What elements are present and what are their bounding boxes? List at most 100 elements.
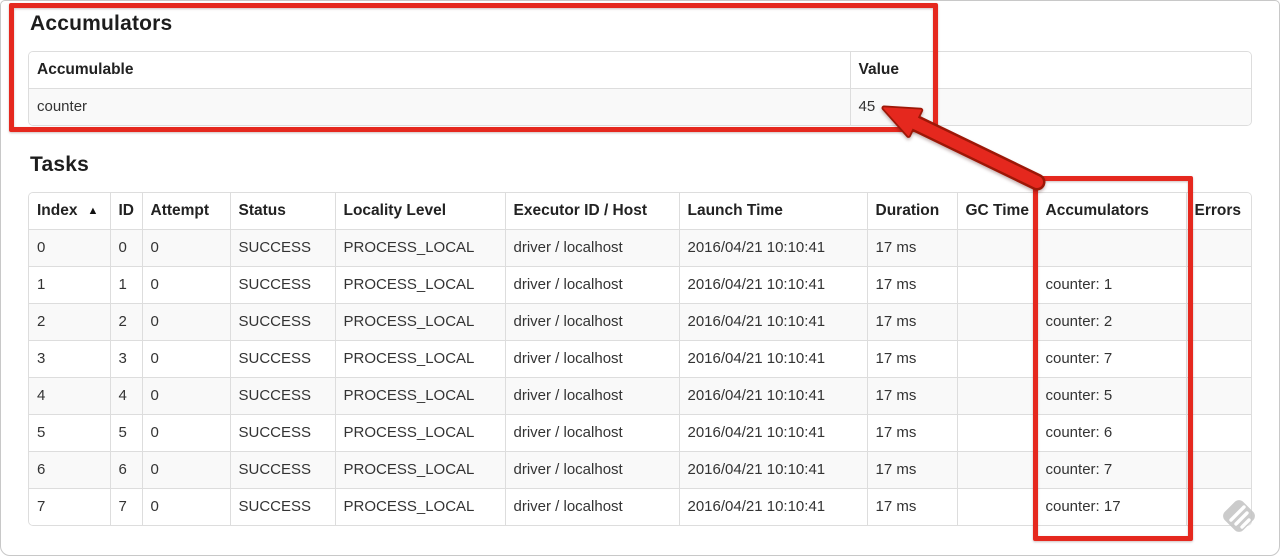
locality-level-cell: PROCESS_LOCAL	[334, 303, 506, 341]
gc-time-cell	[956, 229, 1038, 267]
duration-cell: 17 ms	[866, 414, 958, 452]
locality-level-cell: PROCESS_LOCAL	[334, 266, 506, 304]
id-cell: 6	[109, 451, 143, 489]
column-header-status[interactable]: Status	[229, 193, 336, 230]
table-row: counter 45	[29, 88, 1251, 125]
launch-time-cell: 2016/04/21 10:10:41	[678, 377, 868, 415]
table-row: 2 2 0 SUCCESS PROCESS_LOCAL driver / localhos…	[29, 303, 1251, 341]
id-cell: 7	[109, 488, 143, 525]
status-cell: SUCCESS	[229, 488, 336, 525]
accumulators-header-row: Accumulable Value	[29, 52, 1251, 89]
duration-cell: 17 ms	[866, 377, 958, 415]
column-header-errors[interactable]: Errors	[1185, 193, 1251, 230]
locality-level-cell: PROCESS_LOCAL	[334, 414, 506, 452]
table-row: 5 5 0 SUCCESS PROCESS_LOCAL driver / localhos…	[29, 414, 1251, 452]
status-cell: SUCCESS	[229, 340, 336, 378]
gc-time-cell	[956, 488, 1038, 525]
table-row: 7 7 0 SUCCESS PROCESS_LOCAL driver / localhos…	[29, 488, 1251, 525]
column-header-executor-id-host[interactable]: Executor ID / Host	[504, 193, 680, 230]
locality-level-cell: PROCESS_LOCAL	[334, 340, 506, 378]
column-header-attempt[interactable]: Attempt	[141, 193, 231, 230]
errors-cell	[1185, 377, 1251, 415]
accumulable-cell: counter	[29, 88, 851, 125]
sort-ascending-icon: ▲	[87, 205, 99, 217]
column-header-label: Attempt	[150, 202, 210, 219]
table-row: 6 6 0 SUCCESS PROCESS_LOCAL driver / localhos…	[29, 451, 1251, 489]
duration-cell: 17 ms	[866, 303, 958, 341]
attempt-cell: 0	[141, 488, 231, 525]
id-cell: 5	[109, 414, 143, 452]
launch-time-cell: 2016/04/21 10:10:41	[678, 414, 868, 452]
column-header-launch-time[interactable]: Launch Time	[678, 193, 868, 230]
gc-time-cell	[956, 414, 1038, 452]
column-header-label: ID	[118, 202, 135, 219]
status-cell: SUCCESS	[229, 414, 336, 452]
index-cell: 3	[29, 340, 111, 378]
accumulators-cell: counter: 7	[1036, 340, 1187, 378]
column-header-label: Status	[238, 202, 286, 219]
gc-time-cell	[956, 451, 1038, 489]
accumulators-section-title: Accumulators	[30, 12, 173, 35]
column-header-label: Executor ID / Host	[513, 202, 648, 219]
table-row: 0 0 0 SUCCESS PROCESS_LOCAL driver / localhos…	[29, 229, 1251, 267]
attempt-cell: 0	[141, 303, 231, 341]
accumulators-cell: counter: 17	[1036, 488, 1187, 525]
locality-level-cell: PROCESS_LOCAL	[334, 229, 506, 267]
id-cell: 4	[109, 377, 143, 415]
duration-cell: 17 ms	[866, 266, 958, 304]
executor-id-host-cell: driver / localhost	[504, 488, 680, 525]
column-header-label: Index	[37, 202, 78, 219]
column-header-label: Launch Time	[687, 202, 783, 219]
locality-level-cell: PROCESS_LOCAL	[334, 488, 506, 525]
tasks-section-title: Tasks	[30, 153, 89, 176]
column-header-accumulators[interactable]: Accumulators	[1036, 193, 1187, 230]
executor-id-host-cell: driver / localhost	[504, 229, 680, 267]
gc-time-cell	[956, 303, 1038, 341]
attempt-cell: 0	[141, 266, 231, 304]
executor-id-host-cell: driver / localhost	[504, 414, 680, 452]
column-header-duration[interactable]: Duration	[866, 193, 958, 230]
id-cell: 2	[109, 303, 143, 341]
executor-id-host-cell: driver / localhost	[504, 377, 680, 415]
id-cell: 3	[109, 340, 143, 378]
locality-level-cell: PROCESS_LOCAL	[334, 377, 506, 415]
errors-cell	[1185, 303, 1251, 341]
spark-ui-page: Accumulators Accumulable Value counter 45…	[0, 0, 1280, 556]
column-header-gc-time[interactable]: GC Time	[956, 193, 1038, 230]
errors-cell	[1185, 229, 1251, 267]
gc-time-cell	[956, 377, 1038, 415]
duration-cell: 17 ms	[866, 340, 958, 378]
index-cell: 1	[29, 266, 111, 304]
column-header-accumulable[interactable]: Accumulable	[29, 52, 851, 89]
column-header-label: Errors	[1194, 202, 1242, 219]
table-row: 4 4 0 SUCCESS PROCESS_LOCAL driver / localhos…	[29, 377, 1251, 415]
launch-time-cell: 2016/04/21 10:10:41	[678, 266, 868, 304]
status-cell: SUCCESS	[229, 303, 336, 341]
tasks-table: Index ▲ ID Attempt Status Locality Level Execu…	[28, 192, 1252, 526]
status-cell: SUCCESS	[229, 266, 336, 304]
executor-id-host-cell: driver / localhost	[504, 266, 680, 304]
column-header-value[interactable]: Value	[849, 52, 1251, 89]
locality-level-cell: PROCESS_LOCAL	[334, 451, 506, 489]
launch-time-cell: 2016/04/21 10:10:41	[678, 303, 868, 341]
tasks-header-row: Index ▲ ID Attempt Status Locality Level Execu…	[29, 193, 1251, 230]
errors-cell	[1185, 488, 1251, 525]
index-cell: 6	[29, 451, 111, 489]
launch-time-cell: 2016/04/21 10:10:41	[678, 340, 868, 378]
id-cell: 1	[109, 266, 143, 304]
attempt-cell: 0	[141, 340, 231, 378]
launch-time-cell: 2016/04/21 10:10:41	[678, 229, 868, 267]
attempt-cell: 0	[141, 229, 231, 267]
value-cell: 45	[849, 88, 1251, 125]
column-header-id[interactable]: ID	[109, 193, 143, 230]
status-cell: SUCCESS	[229, 377, 336, 415]
executor-id-host-cell: driver / localhost	[504, 340, 680, 378]
status-cell: SUCCESS	[229, 229, 336, 267]
column-header-label: Duration	[875, 202, 940, 219]
table-row: 1 1 0 SUCCESS PROCESS_LOCAL driver / localhos…	[29, 266, 1251, 304]
index-cell: 2	[29, 303, 111, 341]
column-header-index[interactable]: Index ▲	[29, 193, 111, 230]
column-header-locality-level[interactable]: Locality Level	[334, 193, 506, 230]
errors-cell	[1185, 340, 1251, 378]
index-cell: 5	[29, 414, 111, 452]
